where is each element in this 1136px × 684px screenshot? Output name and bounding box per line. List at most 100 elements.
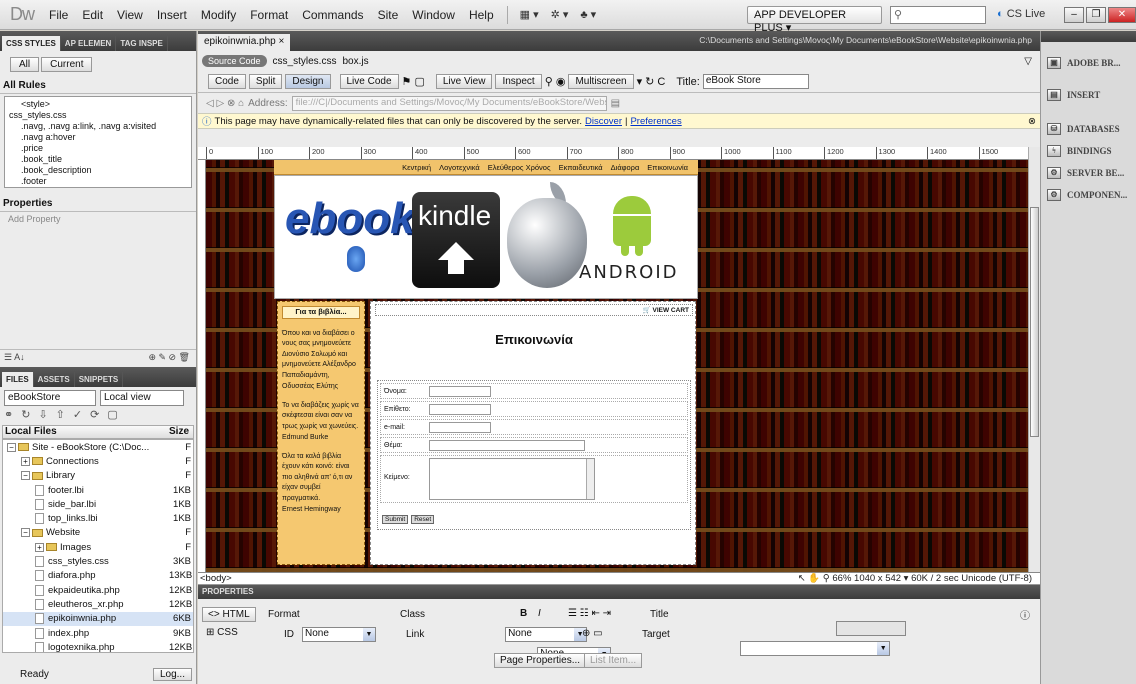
current-button[interactable]: Current xyxy=(41,57,93,72)
file-row[interactable]: − Site - eBookStore (C:\Doc... F xyxy=(3,440,193,454)
discover-link[interactable]: Discover xyxy=(585,116,622,127)
file-row[interactable]: side_bar.lbi 1KB xyxy=(3,497,193,511)
menu-commands[interactable]: Commands xyxy=(295,8,370,22)
tab-snippets[interactable]: SNIPPETS xyxy=(75,372,124,387)
search-input[interactable]: ⚲ xyxy=(890,6,986,24)
rule-item[interactable]: .navg a:hover xyxy=(7,132,189,143)
tab-tag-inspector[interactable]: TAG INSPE xyxy=(116,36,168,51)
panel-databases[interactable]: ⛁ DATABASES xyxy=(1041,118,1136,140)
zoom-level[interactable]: 66% xyxy=(832,573,851,584)
menu-file[interactable]: File xyxy=(42,8,75,22)
file-row[interactable]: logotexnika.php 12KB xyxy=(3,640,193,652)
close-info-icon[interactable]: ⊗ xyxy=(1028,116,1036,127)
file-row[interactable]: ekpaideutika.php 12KB xyxy=(3,583,193,597)
rule-item[interactable]: .navg, .navg a:link, .navg a:visited xyxy=(7,121,189,132)
menu-insert[interactable]: Insert xyxy=(150,8,194,22)
rule-item[interactable]: .book_description xyxy=(7,165,189,176)
filter-icon[interactable]: ▽ xyxy=(1024,56,1032,67)
nav-link[interactable]: Διάφορα xyxy=(611,163,640,172)
view-select[interactable]: Local view xyxy=(100,390,184,406)
expand-toggle-icon[interactable]: − xyxy=(7,442,16,452)
col-size[interactable]: Size xyxy=(169,426,193,438)
tab-css-styles[interactable]: CSS STYLES xyxy=(2,36,61,51)
design-view-button[interactable]: Design xyxy=(285,74,331,89)
rule-item[interactable]: .footer xyxy=(7,176,189,187)
menu-format[interactable]: Format xyxy=(243,8,295,22)
sync-icon[interactable]: ⟳ xyxy=(90,409,107,421)
point-to-file-icon[interactable]: ⊕ ▭ xyxy=(582,628,603,639)
tab-assets[interactable]: ASSETS xyxy=(34,372,75,387)
put-icon[interactable]: ⇧ xyxy=(56,409,73,421)
expand-toggle-icon[interactable]: + xyxy=(35,542,44,552)
workspace-switcher[interactable]: APP DEVELOPER PLUS ▾ xyxy=(747,6,882,34)
expand-toggle-icon[interactable]: − xyxy=(21,528,30,538)
bold-button[interactable]: B xyxy=(520,608,527,619)
file-row[interactable]: + Connections F xyxy=(3,454,193,468)
menu-window[interactable]: Window xyxy=(405,8,462,22)
menu-view[interactable]: View xyxy=(110,8,150,22)
link-input[interactable]: ▼ xyxy=(740,641,891,656)
nav-link[interactable]: Κεντρική xyxy=(402,163,431,172)
page-properties-button[interactable]: Page Properties... xyxy=(494,653,587,668)
title-prop-input[interactable] xyxy=(836,621,907,636)
split-view-button[interactable]: Split xyxy=(248,74,283,89)
browser-options-icon[interactable]: ▤ xyxy=(611,98,620,109)
surname-input[interactable] xyxy=(429,404,491,415)
related-file[interactable]: css_styles.css xyxy=(273,56,337,67)
code-view-button[interactable]: Code xyxy=(208,74,246,89)
address-input[interactable]: file:///C|/Documents and Settings/Movoς/… xyxy=(291,95,607,111)
submit-button[interactable]: Submit xyxy=(382,515,409,524)
nav-link[interactable]: Επικοινωνία xyxy=(647,163,688,172)
connect-icon[interactable]: ⚭ xyxy=(4,409,21,421)
related-file[interactable]: box.js xyxy=(342,56,368,67)
live-code-button[interactable]: Live Code xyxy=(339,74,399,89)
extend-icon[interactable]: ✲ ▾ xyxy=(545,8,575,21)
css-mode-button[interactable]: ⊞ CSS xyxy=(206,627,238,638)
category-view-icon[interactable]: ☰ A↓ xyxy=(4,352,25,362)
design-scrollbar[interactable] xyxy=(1028,147,1040,572)
menu-site[interactable]: Site xyxy=(371,8,406,22)
title-input[interactable]: eBook Store xyxy=(702,74,809,89)
cslive-button[interactable]: ◐ CS Live xyxy=(997,8,1045,20)
email-input[interactable] xyxy=(429,422,491,433)
nav-back-icon[interactable]: ◁ ▷ ⊗ ⌂ xyxy=(206,98,244,109)
menu-modify[interactable]: Modify xyxy=(194,8,243,22)
list-tools-icon[interactable]: ☰ ☷ ⇤ ⇥ xyxy=(568,608,611,619)
inspect-button[interactable]: Inspect xyxy=(495,74,542,89)
panel-adobe-browserlab[interactable]: ▣ ADOBE BR... xyxy=(1041,52,1136,74)
view-cart-button[interactable]: 🛒 VIEW CART xyxy=(643,306,689,314)
menu-help[interactable]: Help xyxy=(462,8,501,22)
rule-item[interactable]: .book_title xyxy=(7,154,189,165)
format-select[interactable]: None ▼ xyxy=(302,627,376,642)
design-view[interactable]: Κεντρική Λογοτεχνικά Ελεύθερος Χρόνος Εκ… xyxy=(206,160,1028,572)
file-row[interactable]: diafora.php 13KB xyxy=(3,569,193,583)
tab-files[interactable]: FILES xyxy=(2,372,34,387)
document-tab[interactable]: epikoinwnia.php × xyxy=(198,34,291,51)
minimize-button[interactable]: – xyxy=(1064,7,1084,23)
live-view-button[interactable]: Live View xyxy=(435,74,493,89)
file-row[interactable]: − Library F xyxy=(3,469,193,483)
file-row[interactable]: top_links.lbi 1KB xyxy=(3,511,193,525)
rule-item[interactable]: .price xyxy=(7,143,189,154)
site-icon[interactable]: ♣ ▾ xyxy=(574,8,602,21)
file-row[interactable]: + Images F xyxy=(3,540,193,554)
nav-link[interactable]: Ελεύθερος Χρόνος xyxy=(488,163,551,172)
file-row[interactable]: index.php 9KB xyxy=(3,626,193,640)
body-tag[interactable]: <body> xyxy=(200,573,232,584)
expand-icon[interactable]: ▢ xyxy=(107,409,125,421)
nav-link[interactable]: Λογοτεχνικά xyxy=(439,163,480,172)
debug-icon[interactable]: ⚲ ◉ xyxy=(545,75,566,88)
log-button[interactable]: Log... xyxy=(152,668,192,681)
preferences-link[interactable]: Preferences xyxy=(630,116,681,127)
tab-ap-elements[interactable]: AP ELEMEN xyxy=(61,36,117,51)
checkout-icon[interactable]: ✓ xyxy=(73,409,90,421)
file-row[interactable]: css_styles.css 3KB xyxy=(3,554,193,568)
close-button[interactable]: ✕ xyxy=(1108,7,1136,23)
textarea-scrollbar[interactable] xyxy=(586,459,594,499)
rule-item[interactable]: <style> xyxy=(7,99,189,110)
all-button[interactable]: All xyxy=(10,57,40,72)
name-input[interactable] xyxy=(429,386,491,397)
refresh-design-icon[interactable]: ▾ ↻ C xyxy=(637,75,666,88)
layout-icon[interactable]: ▦ ▾ xyxy=(514,8,545,21)
check-compat-icon[interactable]: ⚑ ▢ xyxy=(402,75,425,88)
